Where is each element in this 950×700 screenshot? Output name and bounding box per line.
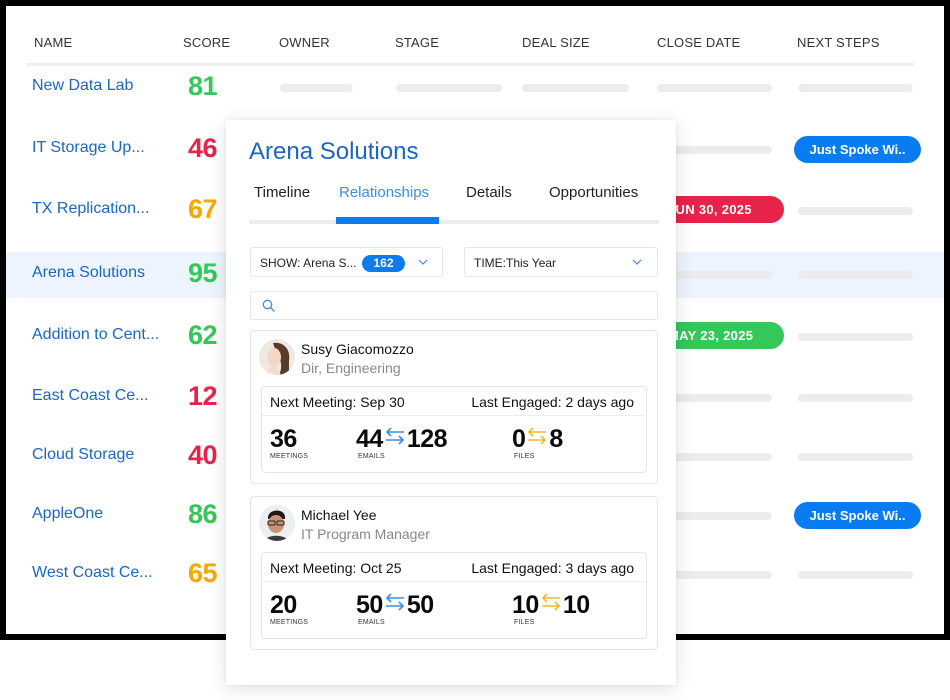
deal-score: 46 xyxy=(188,133,218,163)
deal-size-placeholder xyxy=(522,84,629,92)
show-filter-dropdown[interactable]: SHOW: Arena S... 162 xyxy=(250,247,443,277)
swap-arrows-icon xyxy=(385,593,404,611)
panel-title: Arena Solutions xyxy=(249,138,419,165)
avatar xyxy=(259,505,295,541)
column-header-next-steps[interactable]: NEXT STEPS xyxy=(797,35,880,50)
next-steps-placeholder xyxy=(798,84,913,92)
owner-placeholder xyxy=(280,84,353,92)
next-step-button[interactable]: Just Spoke Wi.. xyxy=(794,502,921,529)
show-filter-count-badge: 162 xyxy=(362,255,405,272)
close-date-placeholder xyxy=(657,84,772,92)
table-row[interactable]: New Data Lab 81 xyxy=(6,65,944,111)
files-stat: 10 10 FILES xyxy=(512,591,590,626)
next-steps-placeholder xyxy=(798,207,913,215)
deal-score: 81 xyxy=(188,71,218,101)
tab-opportunities[interactable]: Opportunities xyxy=(549,184,638,201)
swap-arrows-icon xyxy=(541,593,560,611)
meetings-stat: 20 MEETINGS xyxy=(270,591,309,626)
deal-score: 67 xyxy=(188,194,218,224)
last-engaged: Last Engaged: 3 days ago xyxy=(471,560,634,576)
search-icon xyxy=(262,299,275,312)
next-meeting: Next Meeting: Sep 30 xyxy=(270,394,405,410)
account-detail-panel: Arena Solutions Timeline Relationships D… xyxy=(226,120,676,685)
deal-name-link[interactable]: Addition to Cent... xyxy=(32,326,159,344)
contact-search xyxy=(250,291,658,320)
stage-placeholder xyxy=(396,84,502,92)
chevron-down-icon xyxy=(418,259,428,265)
deal-score: 62 xyxy=(188,320,218,350)
contact-name[interactable]: Michael Yee xyxy=(301,507,377,523)
next-steps-placeholder xyxy=(798,453,913,461)
contact-title: Dir, Engineering xyxy=(301,360,401,376)
chevron-down-icon xyxy=(632,259,642,265)
next-step-button[interactable]: Just Spoke Wi.. xyxy=(794,136,921,163)
emails-stat: 50 50 EMAILS xyxy=(356,591,434,626)
tab-timeline[interactable]: Timeline xyxy=(254,184,310,201)
contact-card[interactable]: Michael Yee IT Program Manager Next Meet… xyxy=(250,496,658,650)
next-steps-placeholder xyxy=(798,271,913,279)
emails-stat: 44 128 EMAILS xyxy=(356,425,448,460)
contact-search-input[interactable] xyxy=(281,296,651,316)
show-filter-label: SHOW: Arena S... xyxy=(260,256,357,270)
tab-track xyxy=(249,220,659,224)
deal-name-link[interactable]: TX Replication... xyxy=(32,200,149,218)
time-filter-label: TIME:This Year xyxy=(474,256,557,270)
avatar xyxy=(259,339,295,375)
contact-name[interactable]: Susy Giacomozzo xyxy=(301,341,414,357)
deal-score: 40 xyxy=(188,440,218,470)
active-tab-indicator xyxy=(336,217,439,224)
time-filter-dropdown[interactable]: TIME:This Year xyxy=(464,247,658,277)
deal-name-link[interactable]: Arena Solutions xyxy=(32,264,145,282)
engagement-stats: Next Meeting: Sep 30 Last Engaged: 2 day… xyxy=(261,386,647,473)
next-meeting: Next Meeting: Oct 25 xyxy=(270,560,402,576)
deal-name-link[interactable]: New Data Lab xyxy=(32,77,133,95)
contact-card[interactable]: Susy Giacomozzo Dir, Engineering Next Me… xyxy=(250,330,658,484)
deal-name-link[interactable]: AppleOne xyxy=(32,505,103,523)
column-header-name[interactable]: NAME xyxy=(34,35,72,50)
swap-arrows-icon xyxy=(528,427,547,445)
next-steps-placeholder xyxy=(798,571,913,579)
column-header-deal-size[interactable]: DEAL SIZE xyxy=(522,35,590,50)
engagement-stats: Next Meeting: Oct 25 Last Engaged: 3 day… xyxy=(261,552,647,639)
last-engaged: Last Engaged: 2 days ago xyxy=(471,394,634,410)
column-header-owner[interactable]: OWNER xyxy=(279,35,330,50)
deal-score: 12 xyxy=(188,381,218,411)
swap-arrows-icon xyxy=(385,427,404,445)
meetings-stat: 36 MEETINGS xyxy=(270,425,309,460)
tab-details[interactable]: Details xyxy=(466,184,512,201)
contact-title: IT Program Manager xyxy=(301,526,430,542)
deal-name-link[interactable]: Cloud Storage xyxy=(32,446,134,464)
files-stat: 08 FILES xyxy=(512,425,563,460)
deal-score: 86 xyxy=(188,499,218,529)
column-header-score[interactable]: SCORE xyxy=(183,35,230,50)
next-steps-placeholder xyxy=(798,333,913,341)
deal-name-link[interactable]: IT Storage Up... xyxy=(32,139,145,157)
column-header-stage[interactable]: STAGE xyxy=(395,35,439,50)
next-steps-placeholder xyxy=(798,394,913,402)
column-header-close-date[interactable]: CLOSE DATE xyxy=(657,35,740,50)
deal-score: 65 xyxy=(188,558,218,588)
deal-name-link[interactable]: East Coast Ce... xyxy=(32,387,149,405)
tab-relationships[interactable]: Relationships xyxy=(339,184,429,201)
table-header: NAME SCORE OWNER STAGE DEAL SIZE CLOSE D… xyxy=(26,6,914,66)
panel-tabs: Timeline Relationships Details Opportuni… xyxy=(249,184,659,224)
deal-name-link[interactable]: West Coast Ce... xyxy=(32,564,153,582)
deal-score: 95 xyxy=(188,258,218,288)
